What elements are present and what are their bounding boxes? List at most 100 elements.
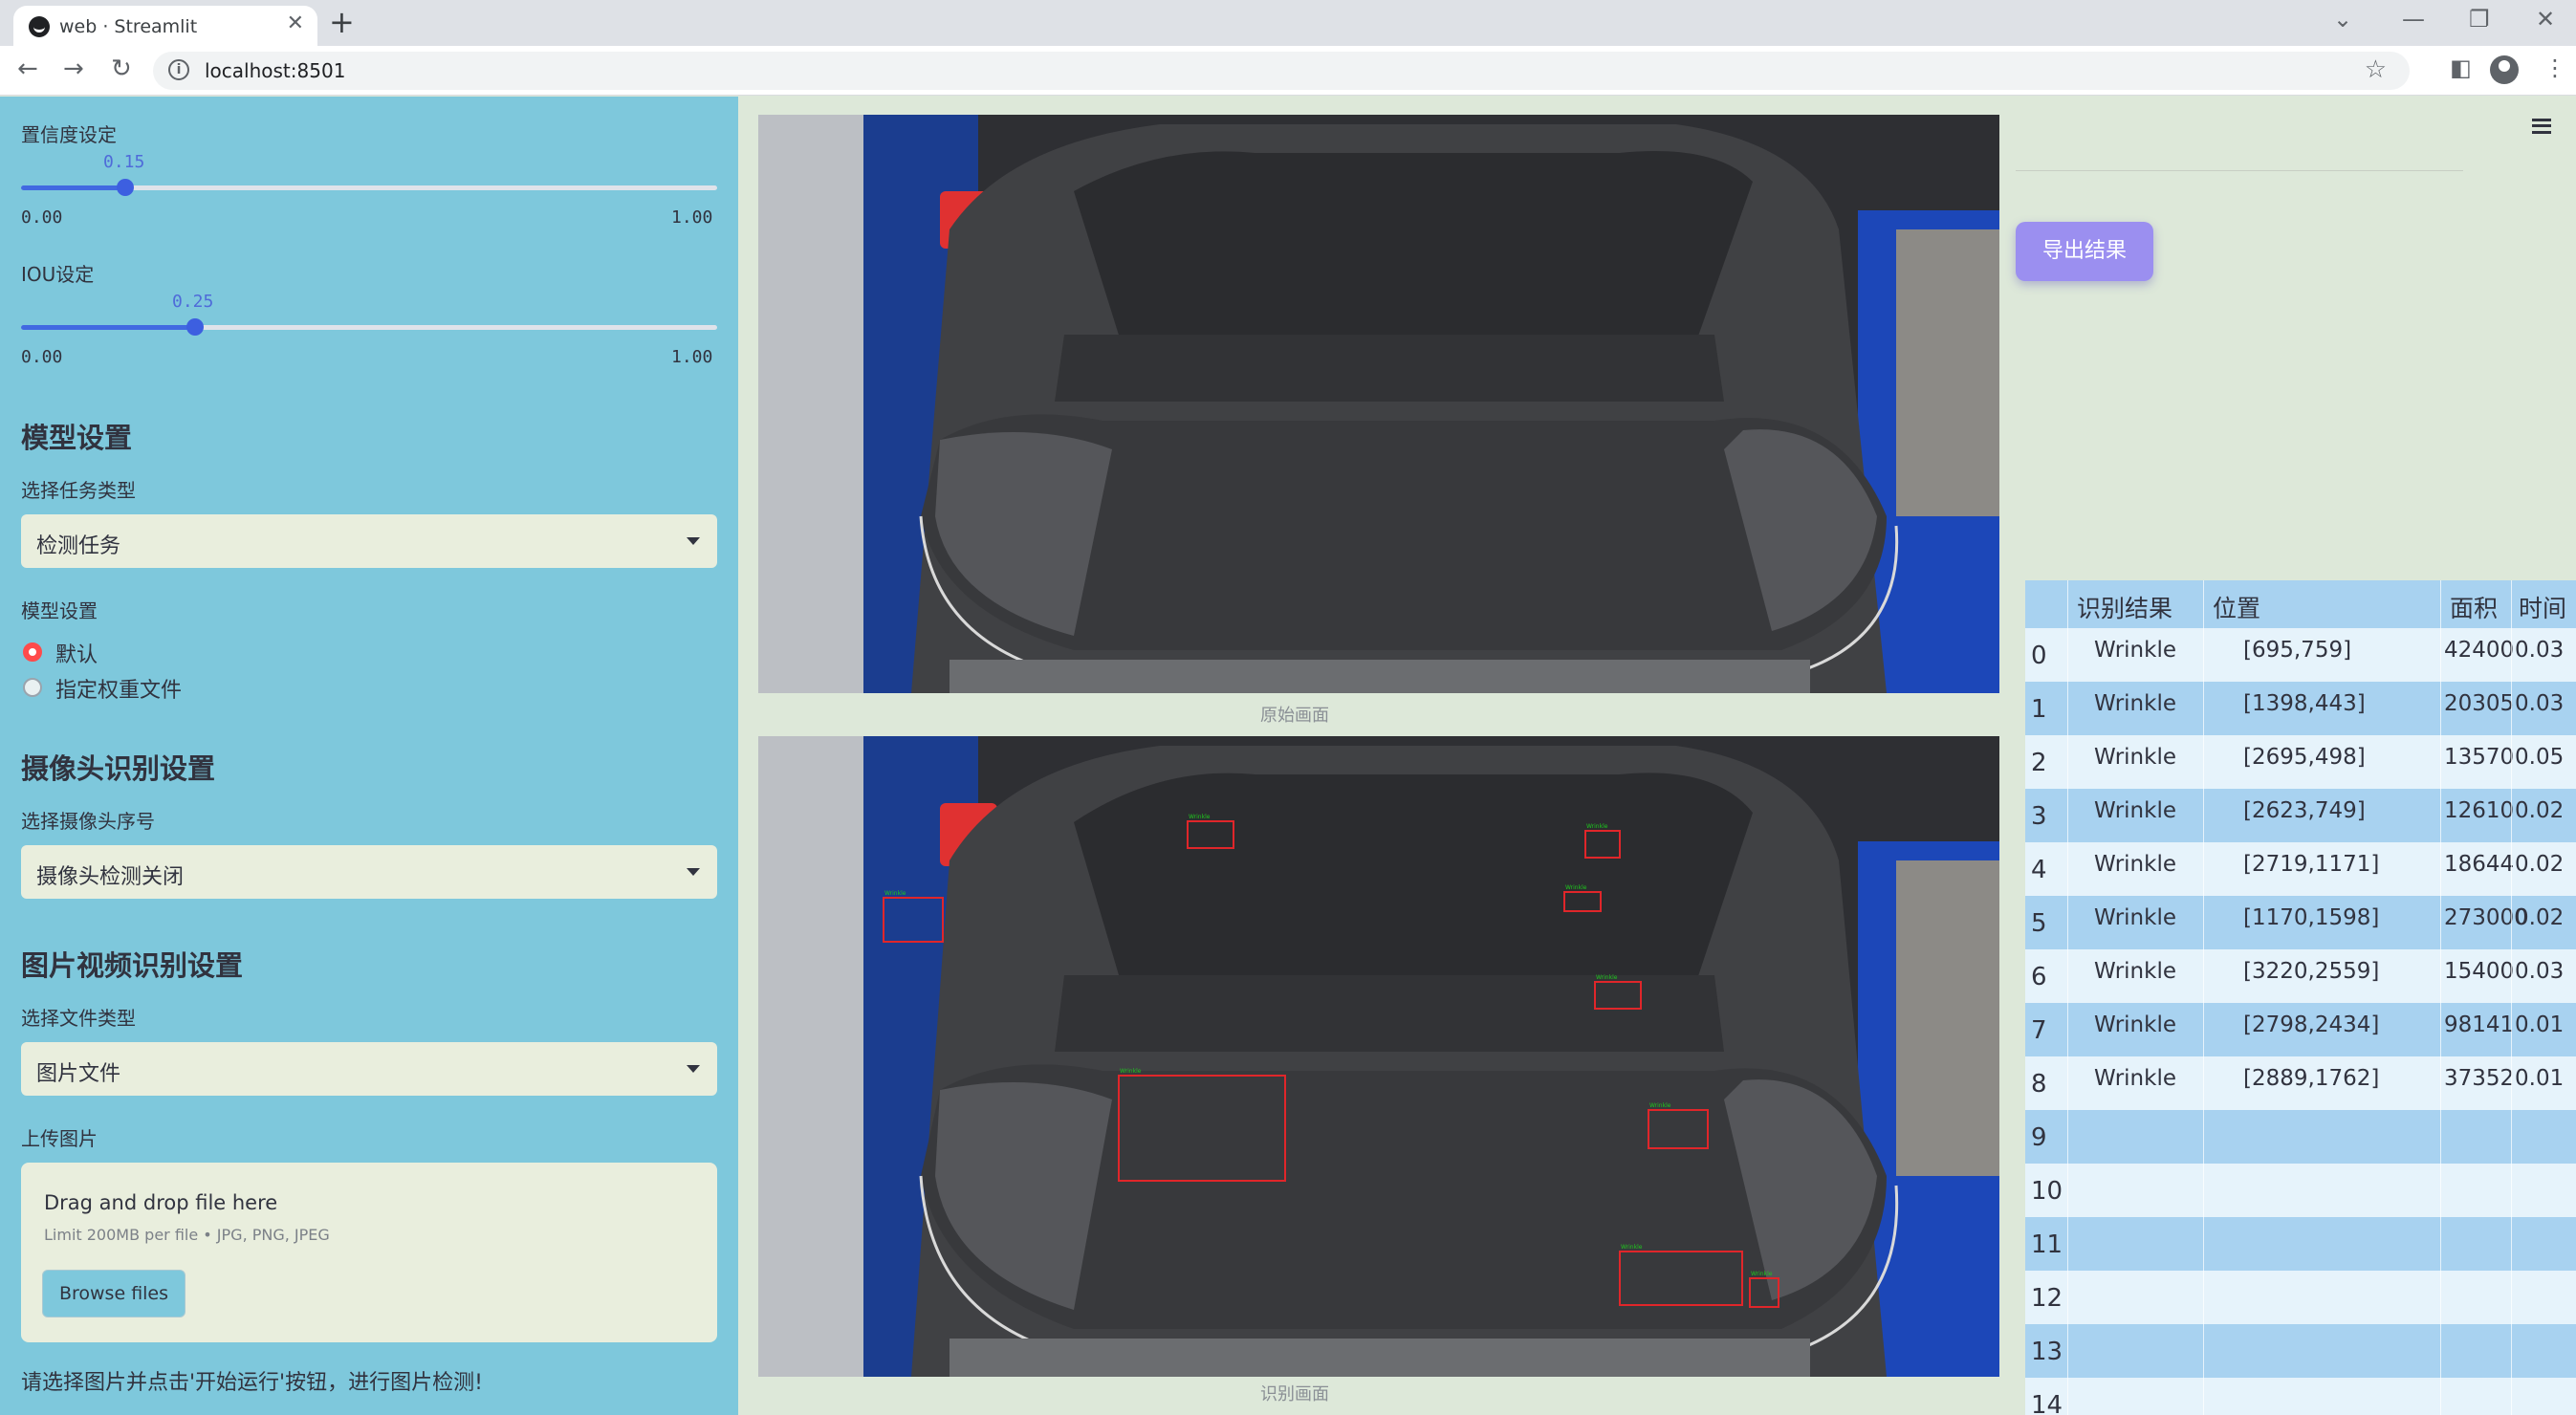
results-table[interactable]: 识别结果 位置 面积 时间 0 Wrinkle [695,759] 42400 0.03… [2025, 580, 2576, 1415]
back-icon[interactable]: ← [17, 54, 38, 83]
restore-icon[interactable]: ❐ [2469, 6, 2490, 33]
detection-box-label: Wrinkle [1751, 1271, 1773, 1277]
table-row[interactable]: 8 Wrinkle [2889,1762] 37352 0.01 [2025, 1056, 2576, 1110]
tab-close-icon[interactable]: ✕ [287, 11, 304, 35]
row-index: 4 [2031, 856, 2047, 884]
row-index: 6 [2031, 963, 2047, 991]
radio-custom-weights[interactable] [23, 678, 42, 697]
column-divider [2067, 580, 2068, 1415]
task-type-select[interactable]: 检测任务 [21, 514, 717, 568]
cell-time: 0.02 [2515, 798, 2565, 823]
export-results-button[interactable]: 导出结果 [2016, 222, 2153, 281]
column-header-result[interactable]: 识别结果 [2077, 590, 2172, 624]
cell-area: 20305 [2444, 691, 2515, 716]
column-header-time[interactable]: 时间 [2519, 590, 2566, 624]
side-panel-icon[interactable]: ◧ [2450, 54, 2472, 81]
new-tab-icon[interactable]: + [329, 4, 355, 40]
cell-position: [2719,1171] [2243, 852, 2380, 877]
detection-box: Wrinkle [1648, 1102, 1709, 1149]
cell-position: [2623,749] [2243, 798, 2366, 823]
camera-index-select[interactable]: 摄像头检测关闭 [21, 845, 717, 899]
cell-result: Wrinkle [2094, 638, 2176, 663]
model-setting-label: 模型设置 [21, 599, 98, 622]
table-row[interactable]: 1 Wrinkle [1398,443] 20305 0.03 [2025, 682, 2576, 735]
reload-icon[interactable]: ↻ [111, 54, 132, 83]
tab-search-icon[interactable]: ⌄ [2333, 6, 2352, 33]
cell-area: 18644 [2444, 852, 2515, 877]
cell-time: 0.01 [2515, 1066, 2565, 1091]
browser-menu-icon[interactable]: ⋮ [2543, 54, 2566, 81]
forward-icon[interactable]: → [63, 54, 84, 83]
row-index: 14 [2031, 1391, 2063, 1415]
table-row[interactable]: 2 Wrinkle [2695,498] 13570 0.05 [2025, 735, 2576, 789]
result-seat-picture [758, 736, 1999, 1377]
cell-area: 13570 [2444, 745, 2515, 770]
row-index: 10 [2031, 1177, 2063, 1206]
cell-position: [695,759] [2243, 638, 2352, 663]
file-uploader-dropzone[interactable]: Drag and drop file here Limit 200MB per … [21, 1163, 717, 1342]
browser-tab[interactable]: web · Streamlit ✕ [13, 6, 317, 46]
row-index: 8 [2031, 1070, 2047, 1099]
profile-avatar-icon[interactable] [2490, 55, 2519, 84]
divider [2016, 170, 2463, 171]
cell-area: 37352 [2444, 1066, 2515, 1091]
column-divider [2440, 580, 2441, 1415]
row-index: 0 [2031, 642, 2047, 670]
confidence-slider-fill [21, 185, 126, 190]
media-settings-heading: 图片视频识别设置 [21, 949, 244, 982]
table-row[interactable]: 10 [2025, 1164, 2576, 1217]
table-row[interactable]: 13 [2025, 1324, 2576, 1378]
column-header-area[interactable]: 面积 [2450, 590, 2498, 624]
cell-area: 12610 [2444, 798, 2515, 823]
iou-label: IOU设定 [21, 263, 95, 286]
confidence-slider[interactable] [21, 179, 717, 196]
column-header-position[interactable]: 位置 [2213, 590, 2260, 624]
file-type-select[interactable]: 图片文件 [21, 1042, 717, 1096]
table-row[interactable]: 3 Wrinkle [2623,749] 12610 0.02 [2025, 789, 2576, 842]
radio-custom-weights-label[interactable]: 指定权重文件 [55, 673, 182, 704]
sidebar: 置信度设定 0.15 0.00 1.00 IOU设定 0.25 0.00 1.0… [0, 97, 738, 1415]
column-divider [2203, 580, 2204, 1415]
camera-settings-heading: 摄像头识别设置 [21, 752, 216, 785]
site-info-icon[interactable]: i [168, 59, 189, 80]
iou-slider-thumb[interactable] [186, 318, 204, 336]
url-text[interactable]: localhost:8501 [205, 59, 345, 82]
file-type-label: 选择文件类型 [21, 1007, 136, 1030]
table-row[interactable]: 12 [2025, 1271, 2576, 1324]
row-index: 9 [2031, 1123, 2047, 1152]
detection-box: Wrinkle [883, 890, 944, 943]
row-index: 7 [2031, 1016, 2047, 1045]
table-row[interactable]: 11 [2025, 1217, 2576, 1271]
detection-box-label: Wrinkle [1565, 884, 1587, 891]
table-row[interactable]: 6 Wrinkle [3220,2559] 15400 0.03 [2025, 949, 2576, 1003]
iou-slider[interactable] [21, 318, 717, 336]
cell-result: Wrinkle [2094, 745, 2176, 770]
original-image-caption: 原始画面 [1260, 706, 1329, 726]
window-close-icon[interactable]: ✕ [2536, 6, 2555, 33]
table-row[interactable]: 0 Wrinkle [695,759] 42400 0.03 [2025, 628, 2576, 682]
cell-time: 0.05 [2515, 745, 2565, 770]
browse-files-button[interactable]: Browse files [42, 1270, 186, 1317]
minimize-icon[interactable]: — [2402, 6, 2425, 33]
radio-default[interactable] [23, 642, 42, 662]
original-seat-picture [758, 115, 1999, 693]
task-type-label: 选择任务类型 [21, 479, 136, 502]
address-bar[interactable]: i localhost:8501 ☆ [153, 52, 2410, 90]
upload-limit: Limit 200MB per file • JPG, PNG, JPEG [44, 1226, 330, 1244]
table-row[interactable]: 4 Wrinkle [2719,1171] 18644 0.02 [2025, 842, 2576, 896]
cell-result: Wrinkle [2094, 1012, 2176, 1037]
confidence-slider-thumb[interactable] [117, 179, 135, 196]
detection-box: Wrinkle [1619, 1244, 1743, 1306]
table-row[interactable]: 14 [2025, 1378, 2576, 1415]
detection-box-label: Wrinkle [1120, 1068, 1142, 1075]
bookmark-star-icon[interactable]: ☆ [2365, 55, 2387, 84]
camera-index-value: 摄像头检测关闭 [36, 865, 185, 889]
iou-value: 0.25 [172, 292, 214, 312]
detection-box: Wrinkle [1749, 1271, 1779, 1308]
table-row[interactable]: 9 [2025, 1110, 2576, 1164]
hamburger-menu-icon[interactable] [2532, 119, 2551, 134]
table-row[interactable]: 7 Wrinkle [2798,2434] 98141 0.01 [2025, 1003, 2576, 1056]
radio-default-label[interactable]: 默认 [55, 638, 98, 668]
table-row[interactable]: 5 Wrinkle [1170,1598] 273000 0.02 [2025, 896, 2576, 949]
detection-box-label: Wrinkle [1586, 823, 1608, 830]
